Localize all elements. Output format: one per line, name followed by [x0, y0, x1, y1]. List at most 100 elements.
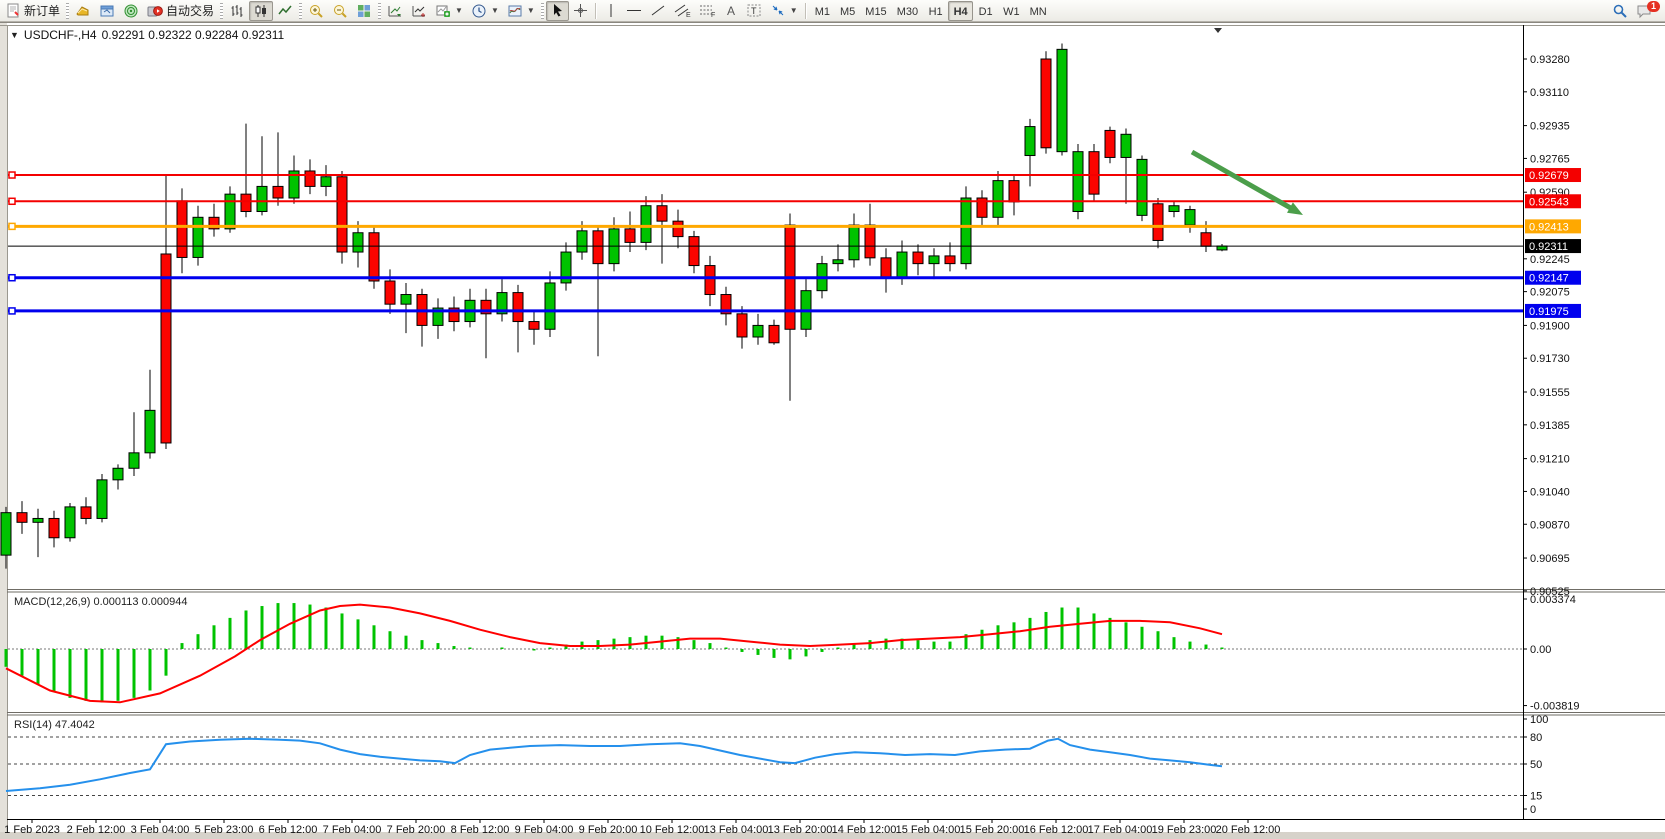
macd-histogram-bar: [21, 649, 24, 676]
arrows-shapes-icon: [770, 3, 786, 18]
main-toolbar: 新订单 自动交易: [0, 0, 1665, 22]
market-watch-button[interactable]: [119, 1, 143, 21]
autotrade-button[interactable]: 自动交易: [143, 1, 218, 21]
bull-candle: [145, 410, 155, 452]
autotrade-label: 自动交易: [166, 2, 214, 19]
macd-histogram-bar: [181, 643, 184, 649]
equidistant-channel-button[interactable]: E: [670, 1, 695, 21]
vertical-line-icon: [604, 3, 618, 18]
rsi-axis-label: 80: [1530, 732, 1542, 744]
macd-histogram-bar: [1141, 627, 1144, 649]
templates-button[interactable]: ▼: [503, 1, 539, 21]
text-label-icon: T: [746, 3, 762, 18]
date-axis-label: 8 Feb 12:00: [451, 824, 510, 836]
candlestick-chart-button[interactable]: [249, 1, 273, 21]
resistance-line-2-anchor[interactable]: [9, 198, 15, 204]
clock-icon: [471, 3, 487, 19]
timeframe-d1[interactable]: D1: [973, 1, 998, 21]
timeframe-m15[interactable]: M15: [860, 1, 891, 21]
date-axis-label: 6 Feb 12:00: [259, 824, 318, 836]
timeframe-buttons: M1M5M15M30H1H4D1W1MN: [810, 1, 1052, 21]
bear-candle: [17, 513, 27, 523]
date-axis-label: 17 Feb 04:00: [1088, 824, 1153, 836]
price-chart[interactable]: MACD(12,26,9) 0.000113 0.000944RSI(14) 4…: [0, 23, 1665, 839]
macd-histogram-bar: [5, 649, 8, 667]
auto-scroll-icon: [387, 3, 403, 19]
macd-histogram-bar: [53, 649, 56, 692]
text-label-button[interactable]: T: [742, 1, 766, 21]
new-order-button[interactable]: 新订单: [2, 1, 64, 21]
notifications-button[interactable]: 1: [1632, 1, 1657, 21]
bull-candle: [897, 252, 907, 277]
search-button[interactable]: [1608, 1, 1632, 21]
price-axis-label: 0.91900: [1530, 320, 1570, 332]
macd-histogram-bar: [709, 643, 712, 649]
symbol-dropdown-icon[interactable]: ▼: [10, 30, 19, 40]
support-2-price-badge-label: 0.91975: [1529, 306, 1569, 318]
caret-down-icon: ▼: [790, 6, 798, 15]
template-icon: [507, 3, 523, 19]
macd-histogram-bar: [341, 613, 344, 649]
resistance-line-1-anchor[interactable]: [9, 172, 15, 178]
support-line-2-anchor[interactable]: [9, 308, 15, 314]
cursor-button[interactable]: [546, 1, 569, 21]
bull-candle: [1121, 134, 1131, 157]
price-axis-label: 0.92935: [1530, 121, 1570, 133]
macd-histogram-bar: [325, 608, 328, 649]
periods-button[interactable]: ▼: [467, 1, 503, 21]
rsi-axis-label: 50: [1530, 759, 1542, 771]
horizontal-line-button[interactable]: [622, 1, 646, 21]
zoom-out-button[interactable]: [328, 1, 352, 21]
svg-text:E: E: [686, 12, 691, 18]
caret-down-icon: ▼: [527, 6, 535, 15]
timeframe-m5[interactable]: M5: [835, 1, 860, 21]
macd-histogram-bar: [1061, 608, 1064, 649]
timeframe-m30[interactable]: M30: [892, 1, 923, 21]
date-axis-label: 16 Feb 12:00: [1024, 824, 1089, 836]
profiles-button[interactable]: [95, 1, 119, 21]
svg-text:F: F: [711, 12, 715, 18]
crosshair-button[interactable]: [569, 1, 592, 21]
bear-candle: [385, 281, 395, 304]
line-chart-icon: [277, 3, 293, 19]
auto-scroll-button[interactable]: [383, 1, 407, 21]
bear-candle: [1089, 152, 1099, 194]
date-axis-label: 19 Feb 23:00: [1152, 824, 1217, 836]
caret-down-icon: ▼: [455, 6, 463, 15]
search-icon: [1612, 3, 1628, 19]
indicators-button[interactable]: ▼: [431, 1, 467, 21]
support-line-1-anchor[interactable]: [9, 275, 15, 281]
bar-chart-button[interactable]: [225, 1, 249, 21]
tile-windows-button[interactable]: [352, 1, 376, 21]
chart-ohlc-header: ▼ USDCHF-,H4 0.92291 0.92322 0.92284 0.9…: [10, 28, 284, 42]
fibonacci-button[interactable]: F: [695, 1, 720, 21]
bull-candle: [545, 283, 555, 329]
arrows-shapes-button[interactable]: ▼: [766, 1, 802, 21]
trendline-button[interactable]: [646, 1, 670, 21]
vertical-line-button[interactable]: [600, 1, 622, 21]
zoom-in-button[interactable]: [304, 1, 328, 21]
pivot-line-anchor[interactable]: [9, 223, 15, 229]
timeframe-w1[interactable]: W1: [998, 1, 1025, 21]
macd-histogram-bar: [613, 639, 616, 649]
charts-button[interactable]: [71, 1, 95, 21]
chart-shift-button[interactable]: [407, 1, 431, 21]
price-axis-label: 0.92245: [1530, 254, 1570, 266]
bear-candle: [1009, 181, 1019, 202]
svg-text:A: A: [727, 4, 735, 18]
bear-candle: [769, 325, 779, 342]
chart-symbol-period: USDCHF-,H4: [24, 28, 97, 42]
chart-ohlc-values: 0.92291 0.92322 0.92284 0.92311: [102, 28, 285, 42]
macd-histogram-bar: [997, 625, 1000, 649]
toolbar-grip: [299, 3, 302, 19]
timeframe-mn[interactable]: MN: [1025, 1, 1052, 21]
bear-candle: [865, 225, 875, 258]
bull-candle: [641, 206, 651, 243]
rsi-axis-label: 100: [1530, 714, 1548, 726]
macd-histogram-bar: [1205, 645, 1208, 649]
text-button[interactable]: A: [720, 1, 742, 21]
timeframe-m1[interactable]: M1: [810, 1, 835, 21]
line-chart-button[interactable]: [273, 1, 297, 21]
timeframe-h4[interactable]: H4: [948, 1, 973, 21]
timeframe-h1[interactable]: H1: [923, 1, 948, 21]
